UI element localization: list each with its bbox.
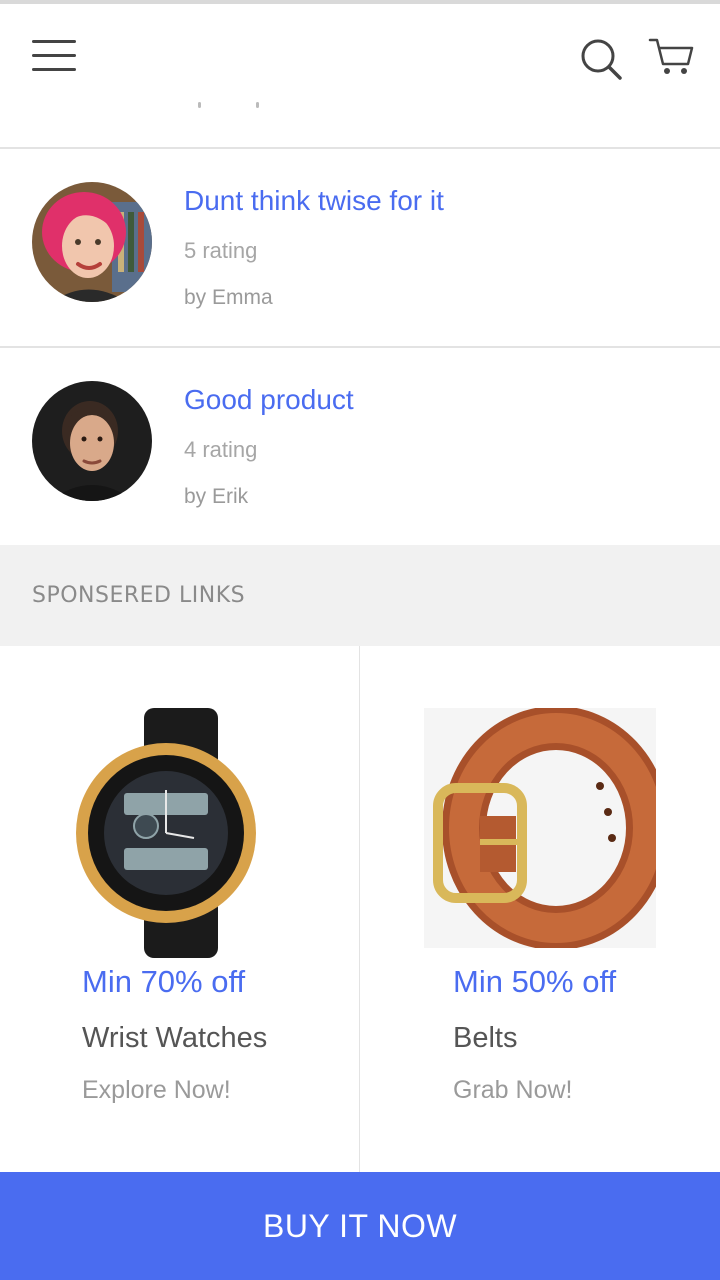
cart-icon[interactable] bbox=[648, 36, 696, 80]
review-author: by Emma bbox=[184, 286, 273, 309]
sponsored-links-header: SPONSERED LINKS bbox=[0, 545, 720, 646]
product-offer: Min 70% off bbox=[82, 964, 246, 999]
product-offer: Min 50% off bbox=[453, 964, 617, 999]
explore-now-link[interactable]: Explore Now! bbox=[82, 1076, 231, 1105]
sponsored-product-card[interactable]: Min 70% off Wrist Watches Explore Now! bbox=[0, 646, 360, 1172]
wrist-watch-image[interactable] bbox=[64, 708, 298, 958]
product-name: Belts bbox=[453, 1022, 518, 1054]
review-item: Good product 4 rating by Erik bbox=[0, 346, 720, 545]
sponsored-product-card[interactable]: Min 50% off Belts Grab Now! bbox=[360, 646, 720, 1172]
avatar bbox=[32, 182, 152, 302]
belt-image[interactable] bbox=[424, 706, 670, 950]
review-rating: 5 rating bbox=[184, 238, 258, 263]
previous-review-remnant bbox=[0, 100, 720, 148]
search-icon[interactable] bbox=[578, 36, 624, 82]
sponsored-label: SPONSERED LINKS bbox=[32, 583, 246, 608]
review-author: by Erik bbox=[184, 485, 249, 508]
review-item: Dunt think twise for it 5 rating by Emma bbox=[0, 147, 720, 345]
review-rating: 4 rating bbox=[184, 437, 258, 462]
review-title[interactable]: Good product bbox=[184, 384, 354, 416]
avatar bbox=[32, 381, 152, 501]
top-app-bar bbox=[0, 0, 720, 104]
buy-it-now-button[interactable]: BUY IT NOW bbox=[0, 1172, 720, 1280]
product-name: Wrist Watches bbox=[82, 1022, 268, 1054]
grab-now-link[interactable]: Grab Now! bbox=[453, 1076, 572, 1105]
review-title[interactable]: Dunt think twise for it bbox=[184, 185, 444, 217]
hamburger-menu-icon[interactable] bbox=[30, 36, 78, 76]
